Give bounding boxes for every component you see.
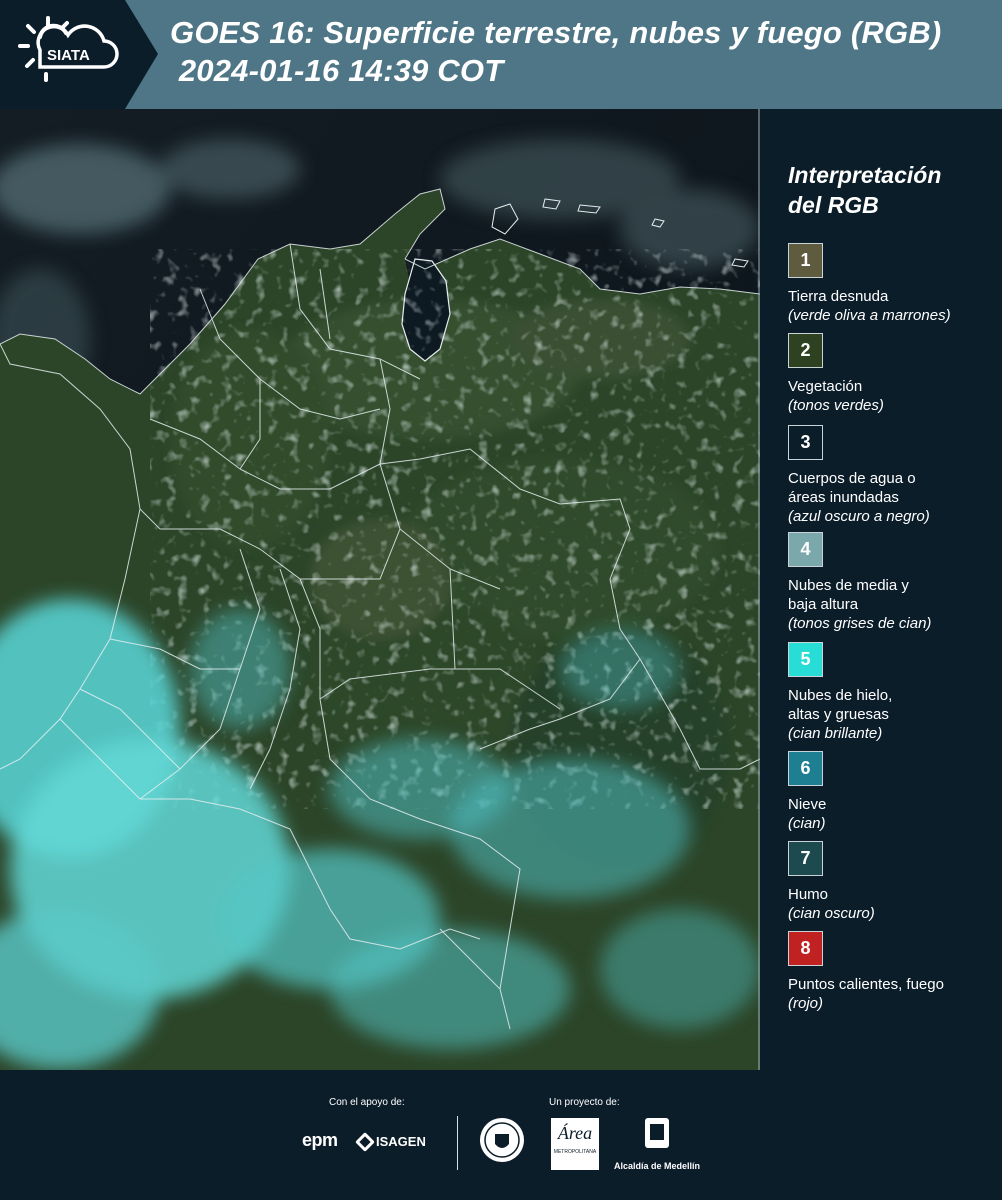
isagen-logo-icon [355,1131,375,1152]
title-line-2: 2024-01-16 14:39 COT [170,53,504,88]
epm-logo: epm [302,1130,338,1150]
siata-logo-text: SIATA [47,47,90,64]
legend-swatch: 6 [788,751,823,786]
legend-label-line: Nubes de hielo, [788,687,893,704]
legend-description: (cian oscuro) [788,905,875,922]
legend-swatch: 4 [788,532,823,567]
legend-item-2: 2 Vegetación (tonos verdes) [788,333,998,415]
legend-item-6: 6 Nieve (cian) [788,751,998,833]
alcaldia-logo: Alcaldía de Medellín [612,1116,702,1171]
siata-logo: SIATA [0,0,160,109]
legend-description: (rojo) [788,995,824,1012]
legend-title-line-2: del RGB [788,192,879,218]
title-line-1: GOES 16: Superficie terrestre, nubes y f… [170,15,942,50]
legend-label: Nieve [788,795,998,814]
footer: Con el apoyo de: Un proyecto de: epm ISA… [0,1070,1002,1200]
area-logo-sub: METROPOLITANA [553,1149,597,1155]
legend-label-line: Nieve [788,796,827,813]
support-caption: Con el apoyo de: [329,1097,405,1108]
legend-label: Puntos calientes, fuego [788,975,998,994]
legend-item-8: 8 Puntos calientes, fuego (rojo) [788,931,998,1013]
alcaldia-logo-text: Alcaldía de Medellín [613,1161,701,1171]
page: SIATA GOES 16: Superficie terrestre, nub… [0,0,1002,1200]
legend-label-line: áreas inundadas [788,489,899,506]
legend-label: Tierra desnuda [788,287,998,306]
header-bar: SIATA GOES 16: Superficie terrestre, nub… [0,0,1002,109]
legend-item-4: 4 Nubes de media y baja altura (tonos grise… [788,532,998,633]
project-caption: Un proyecto de: [549,1097,620,1108]
legend-description: (tonos grises de cian) [788,615,932,632]
footer-divider [457,1116,458,1170]
legend-label: Nubes de media y baja altura [788,576,998,614]
legend-label-line: baja altura [788,596,859,613]
legend-label-line: Vegetación [788,378,863,395]
isagen-logo: ISAGEN [355,1131,426,1152]
legend-label: Nubes de hielo, altas y gruesas [788,686,998,724]
alcaldia-seal-icon [645,1118,669,1148]
legend-description: (cian) [788,815,826,832]
legend-swatch: 8 [788,931,823,966]
legend-item-1: 1 Tierra desnuda (verde oliva a marrones) [788,243,998,325]
legend-label-line: Tierra desnuda [788,288,889,305]
legend-description: (azul oscuro a negro) [788,508,930,525]
legend-label-line: Cuerpos de agua o [788,470,916,487]
rgb-legend: Interpretación del RGB [775,160,995,238]
legend-item-7: 7 Humo (cian oscuro) [788,841,998,923]
legend-swatch: 7 [788,841,823,876]
legend-label: Humo [788,885,998,904]
legend-title: Interpretación del RGB [788,160,995,220]
gobernacion-seal-icon [478,1116,526,1169]
area-metropolitana-logo: Área METROPOLITANA [551,1118,599,1170]
legend-label-line: Puntos calientes, fuego [788,976,944,993]
legend-swatch: 1 [788,243,823,278]
legend-title-line-1: Interpretación [788,162,942,188]
legend-label: Vegetación [788,377,998,396]
legend-swatch: 3 [788,425,823,460]
legend-description: (verde oliva a marrones) [788,307,951,324]
page-title: GOES 16: Superficie terrestre, nubes y f… [170,14,941,90]
legend-label: Cuerpos de agua o áreas inundadas [788,469,998,507]
legend-item-3: 3 Cuerpos de agua o áreas inundadas (azul o… [788,425,998,526]
legend-label-line: Humo [788,886,829,903]
isagen-logo-text: ISAGEN [376,1134,426,1149]
legend-description: (tonos verdes) [788,397,884,414]
satellite-map [0,109,760,1070]
legend-label-line: altas y gruesas [788,706,889,723]
legend-description: (cian brillante) [788,725,883,742]
area-logo-text: Área [557,1123,593,1143]
legend-label-line: Nubes de media y [788,577,909,594]
legend-item-5: 5 Nubes de hielo, altas y gruesas (cian bri… [788,642,998,743]
legend-swatch: 5 [788,642,823,677]
legend-swatch: 2 [788,333,823,368]
